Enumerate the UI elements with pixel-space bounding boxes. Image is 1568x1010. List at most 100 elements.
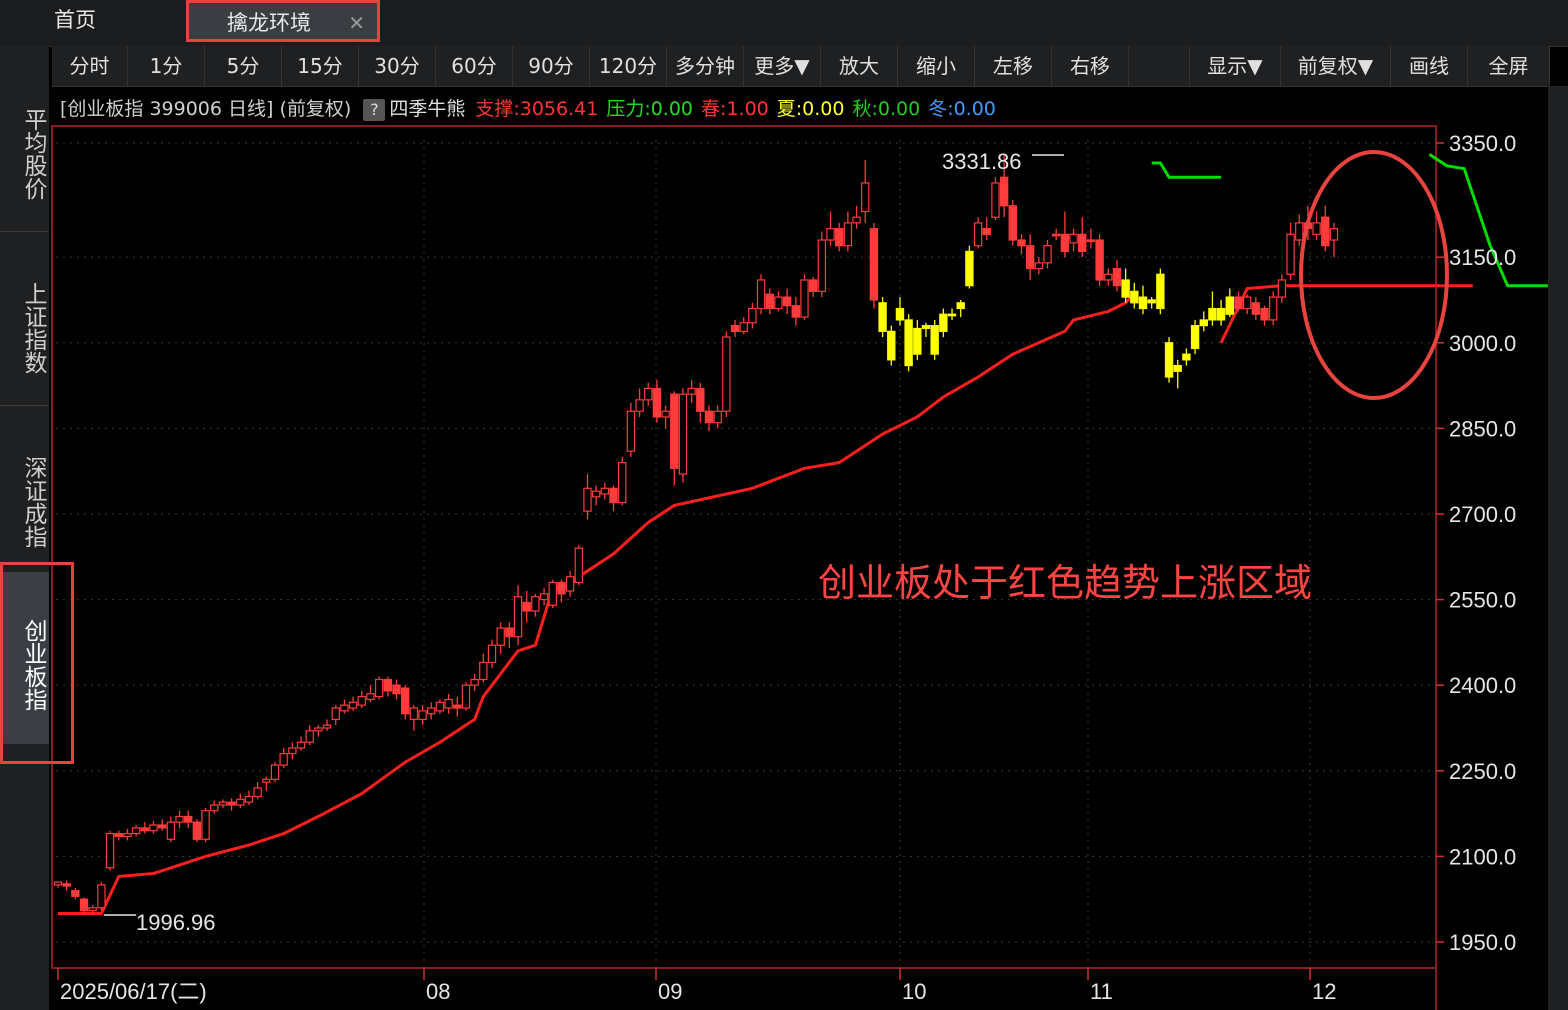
candle-body xyxy=(157,824,167,829)
candle-body xyxy=(730,325,740,332)
y-tick-label: 2250.0 xyxy=(1449,759,1516,784)
move-right-button[interactable]: 右移 xyxy=(1052,46,1129,86)
sidebar-item-shanghai[interactable]: 上证指数 xyxy=(0,236,49,406)
y-tick-label: 2700.0 xyxy=(1449,502,1516,527)
close-icon[interactable]: ✕ xyxy=(348,3,365,43)
candle-body xyxy=(1173,364,1182,372)
candle-body xyxy=(1216,307,1226,321)
candle-body xyxy=(1268,296,1278,321)
candle-body xyxy=(1286,233,1295,275)
candle-body xyxy=(192,821,202,840)
candle-body xyxy=(869,228,879,301)
tab-home[interactable]: 首页 xyxy=(54,0,96,42)
candle-body xyxy=(314,727,323,732)
period-button[interactable]: 15分 xyxy=(282,46,359,86)
candles xyxy=(53,154,1339,916)
candle-body xyxy=(1251,302,1261,315)
candle-body xyxy=(383,678,393,692)
candle-body xyxy=(366,693,375,701)
y-tick-label: 2550.0 xyxy=(1449,588,1516,613)
candle-body xyxy=(999,176,1009,207)
candle-body xyxy=(218,801,228,806)
period-button[interactable]: 90分 xyxy=(513,46,590,86)
candle-body xyxy=(1069,233,1078,244)
candle-body xyxy=(201,810,210,840)
candle-body xyxy=(644,387,653,401)
candle-body xyxy=(939,313,948,332)
candle-body xyxy=(904,319,913,367)
zoom-out-button[interactable]: 缩小 xyxy=(898,46,975,86)
candle-body xyxy=(331,707,340,721)
candle-body xyxy=(513,596,523,638)
candle-body xyxy=(635,399,644,412)
sidebar-item-shenzhen[interactable]: 深证成指 xyxy=(0,410,49,580)
chart-title: [创业板指 399006 日线] (前复权) xyxy=(60,98,352,120)
candle-body xyxy=(1008,205,1018,241)
period-button[interactable]: 120分 xyxy=(590,46,667,86)
period-button[interactable]: 30分 xyxy=(359,46,436,86)
low-label: 1996.96 xyxy=(136,910,216,935)
candle-body xyxy=(834,228,844,247)
draw-line-button[interactable]: 画线 xyxy=(1391,46,1468,86)
candle-body xyxy=(1078,233,1087,253)
candle-body xyxy=(973,222,983,247)
x-tick-label: 12 xyxy=(1312,979,1336,1004)
candle-body xyxy=(1034,262,1044,270)
candle-body xyxy=(1242,296,1252,310)
candle-body xyxy=(1225,296,1234,315)
candle-body xyxy=(105,832,115,869)
candle-body xyxy=(774,296,783,310)
x-tick-label: 09 xyxy=(658,979,682,1004)
move-left-button[interactable]: 左移 xyxy=(975,46,1052,86)
candle-body xyxy=(340,704,349,712)
period-button[interactable]: 60分 xyxy=(436,46,513,86)
adjust-dropdown[interactable]: 前复权▼ xyxy=(1281,46,1391,86)
candle-body xyxy=(1147,299,1156,304)
y-tick-label: 2100.0 xyxy=(1449,844,1516,869)
candle-body xyxy=(1295,222,1304,241)
period-button[interactable]: 1分 xyxy=(128,46,205,86)
period-button[interactable]: 分时 xyxy=(52,46,128,86)
candle-body xyxy=(991,182,1000,218)
sidebar-item-avg-price[interactable]: 平均股价 xyxy=(0,62,49,232)
y-tick-label: 3150.0 xyxy=(1449,245,1516,270)
pressure-line xyxy=(1151,161,1222,179)
candle-body xyxy=(843,222,853,247)
pressure-value: 0.00 xyxy=(650,98,694,120)
tab-qinlong-env[interactable]: 擒龙环境 ✕ xyxy=(186,0,380,42)
more-dropdown[interactable]: 更多▼ xyxy=(744,46,821,86)
scrollbar[interactable] xyxy=(1548,86,1568,1010)
period-button[interactable]: 多分钟 xyxy=(667,46,744,86)
candle-body xyxy=(965,250,974,287)
candle-body xyxy=(71,890,80,897)
candle-body xyxy=(496,627,505,646)
help-icon[interactable]: ? xyxy=(363,99,386,121)
display-dropdown[interactable]: 显示▼ xyxy=(1189,46,1281,86)
zoom-in-button[interactable]: 放大 xyxy=(821,46,898,86)
candle-body xyxy=(852,216,861,224)
indicator-name: 四季牛熊 xyxy=(389,98,466,120)
candle-body xyxy=(1138,296,1148,310)
period-button[interactable]: 5分 xyxy=(205,46,282,86)
candle-body xyxy=(453,704,462,709)
candle-body xyxy=(1164,342,1174,378)
candle-body xyxy=(1043,245,1052,264)
toolbar: 分时 1分 5分 15分 30分 60分 90分 120分 多分钟 更多▼ 放大… xyxy=(52,46,1550,87)
candle-body xyxy=(1112,267,1122,287)
winter-label: 冬: xyxy=(928,98,954,120)
candle-body xyxy=(756,279,766,310)
fullscreen-button[interactable]: 全屏 xyxy=(1468,46,1550,86)
candle-body xyxy=(1277,279,1287,298)
support-value: 3056.41 xyxy=(519,98,599,120)
candle-body xyxy=(270,764,280,780)
autumn-label: 秋: xyxy=(852,98,878,120)
candle-body xyxy=(1086,239,1096,243)
candle-body xyxy=(817,239,827,292)
candle-body xyxy=(652,387,662,418)
candle-body xyxy=(791,305,801,318)
candle-body xyxy=(748,307,757,324)
candle-body xyxy=(149,824,158,832)
x-tick-label: 10 xyxy=(902,979,926,1004)
candle-body xyxy=(722,336,731,412)
candle-body xyxy=(921,325,931,330)
